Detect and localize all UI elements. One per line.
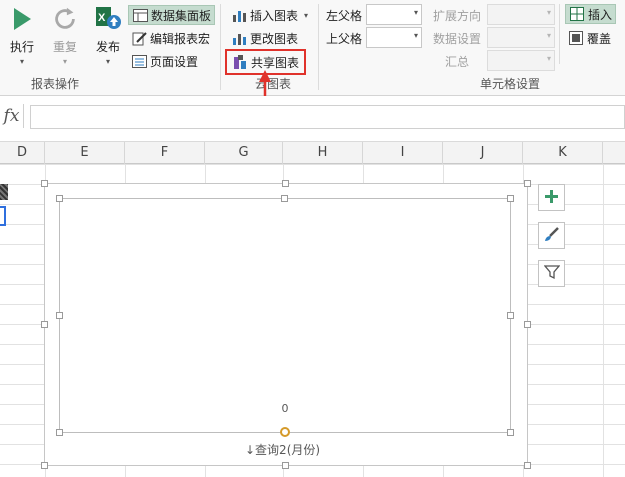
svg-text:X: X <box>98 12 106 24</box>
chevron-down-icon: ▾ <box>546 31 551 40</box>
insert-mode-button[interactable]: 插入 <box>565 4 617 24</box>
chevron-down-icon: ▾ <box>304 10 309 20</box>
cloud-chart-group-label: 云图表 <box>254 77 291 91</box>
resize-handle[interactable] <box>41 180 48 187</box>
plot-resize-handle[interactable] <box>56 312 63 319</box>
chart-elements-button[interactable] <box>538 184 565 211</box>
data-settings-select[interactable]: ▾ <box>487 27 555 48</box>
bar-chart-icon <box>231 7 247 23</box>
plot-resize-handle[interactable] <box>281 195 288 202</box>
execute-button[interactable]: 执行 ▾ <box>8 4 36 66</box>
redo-button[interactable]: 重复 ▾ <box>51 4 79 66</box>
x-axis-title: ↓查询2(月份) <box>245 443 321 457</box>
insert-grid-icon <box>569 6 585 22</box>
paintbrush-icon <box>543 226 560 246</box>
edit-macro-icon <box>131 30 147 46</box>
chevron-down-icon: ▾ <box>413 8 418 17</box>
chevron-down-icon: ▾ <box>62 57 67 66</box>
overwrite-mode-label: 覆盖 <box>587 31 612 46</box>
insert-mode-label: 插入 <box>588 7 613 22</box>
left-parent-select[interactable]: ▾ <box>366 4 422 25</box>
overwrite-grid-icon <box>568 30 584 46</box>
plot-resize-handle[interactable] <box>507 312 514 319</box>
share-chart-icon <box>232 54 248 70</box>
dataset-panel-icon <box>132 7 148 23</box>
dataset-panel-label: 数据集面板 <box>151 8 212 23</box>
resize-handle[interactable] <box>524 321 531 328</box>
chevron-down-icon: ▾ <box>546 54 551 63</box>
change-chart-button[interactable]: 更改图表 <box>228 28 301 48</box>
expand-direction-select[interactable]: ▾ <box>487 4 555 25</box>
fx-icon[interactable]: fx <box>0 104 24 128</box>
chart-styles-button[interactable] <box>538 222 565 249</box>
insert-chart-label: 插入图表 <box>250 8 299 23</box>
chevron-down-icon: ▾ <box>19 57 24 66</box>
publish-label: 发布 <box>95 40 120 54</box>
group-divider <box>318 4 319 90</box>
edit-report-macro-button[interactable]: 编辑报表宏 <box>128 28 213 48</box>
formula-bar: fx <box>0 96 625 142</box>
overwrite-mode-button[interactable]: 覆盖 <box>565 28 614 48</box>
group-divider <box>220 4 221 90</box>
cell-settings-group-label: 单元格设置 <box>479 77 540 91</box>
chevron-down-icon: ▾ <box>546 8 551 17</box>
up-parent-select[interactable]: ▾ <box>366 27 422 48</box>
formula-input[interactable] <box>30 105 625 129</box>
share-chart-label: 共享图表 <box>251 55 300 70</box>
column-headers: D E F G H I J K <box>0 142 625 164</box>
expand-direction-label: 扩展方向 <box>433 9 482 23</box>
grid-line <box>603 164 604 477</box>
column-header-k[interactable]: K <box>523 142 603 164</box>
publish-button[interactable]: X 发布 ▾ <box>94 4 122 66</box>
cell-marker <box>0 184 8 200</box>
column-header-d[interactable]: D <box>0 142 45 164</box>
chart-filter-button[interactable] <box>538 260 565 287</box>
column-header-h[interactable]: H <box>283 142 363 164</box>
axis-zero-label: 0 <box>281 402 289 415</box>
column-header-f[interactable]: F <box>125 142 205 164</box>
page-setup-icon <box>131 53 147 69</box>
selected-cell[interactable] <box>0 206 6 226</box>
column-header-i[interactable]: I <box>363 142 443 164</box>
chart-plot-area[interactable] <box>59 198 511 433</box>
left-parent-label: 左父格 <box>326 9 363 23</box>
resize-handle[interactable] <box>41 321 48 328</box>
play-icon <box>8 4 36 34</box>
filter-icon <box>543 264 560 283</box>
plus-icon <box>544 189 559 207</box>
excel-publish-icon: X <box>94 4 122 34</box>
refresh-icon <box>51 4 79 34</box>
plot-resize-handle[interactable] <box>56 429 63 436</box>
summary-label: 汇总 <box>445 55 470 69</box>
column-header-g[interactable]: G <box>205 142 283 164</box>
resize-handle[interactable] <box>41 462 48 469</box>
execute-label: 执行 <box>9 40 34 54</box>
column-header-e[interactable]: E <box>45 142 125 164</box>
redo-label: 重复 <box>52 40 77 54</box>
resize-handle[interactable] <box>524 180 531 187</box>
data-point-marker[interactable] <box>280 427 290 437</box>
chevron-down-icon: ▾ <box>105 57 110 66</box>
column-header-j[interactable]: J <box>443 142 523 164</box>
change-chart-label: 更改图表 <box>250 31 299 46</box>
plot-resize-handle[interactable] <box>56 195 63 202</box>
plot-resize-handle[interactable] <box>507 429 514 436</box>
page-setup-label: 页面设置 <box>150 54 199 69</box>
change-chart-icon <box>231 30 247 46</box>
plot-resize-handle[interactable] <box>507 195 514 202</box>
resize-handle[interactable] <box>282 180 289 187</box>
summary-select[interactable]: ▾ <box>487 50 555 71</box>
resize-handle[interactable] <box>282 462 289 469</box>
data-settings-label: 数据设置 <box>433 32 482 46</box>
insert-chart-button[interactable]: 插入图表 ▾ <box>228 5 311 25</box>
dataset-panel-button[interactable]: 数据集面板 <box>128 5 216 25</box>
report-ops-group-label: 报表操作 <box>30 77 79 91</box>
group-divider <box>559 4 560 64</box>
page-setup-button[interactable]: 页面设置 <box>128 51 201 71</box>
up-parent-label: 上父格 <box>326 32 363 46</box>
edit-macro-label: 编辑报表宏 <box>150 31 211 46</box>
ribbon: 执行 ▾ 重复 ▾ X 发布 ▾ 数据集面板 编辑报表宏 页面设置 报表操作 插… <box>0 0 625 96</box>
chevron-down-icon: ▾ <box>413 31 418 40</box>
resize-handle[interactable] <box>524 462 531 469</box>
